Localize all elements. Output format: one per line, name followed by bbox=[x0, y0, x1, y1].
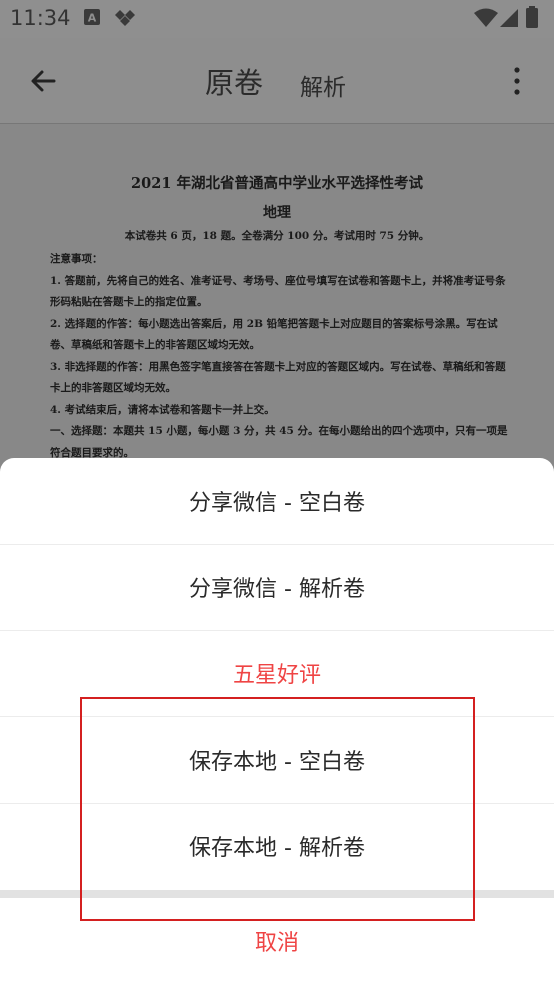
document-line: 3. 非选择题的作答：用黑色签字笔直接答在答题卡上对应的答题区域内。写在试卷、草… bbox=[50, 360, 506, 395]
app-bar: 原卷 解析 bbox=[0, 38, 554, 124]
a-square-icon: A bbox=[84, 9, 100, 29]
tab-analysis[interactable]: 解析 bbox=[300, 68, 346, 102]
document-line: 4. 考试结束后，请将本试卷和答题卡一并上交。 bbox=[50, 403, 275, 416]
status-time: 11:34 bbox=[10, 6, 71, 30]
document-subject: 地理 bbox=[263, 205, 291, 221]
document-line: 1. 答题前，先将自己的姓名、准考证号、考场号、座位号填写在试卷和答题卡上，并将… bbox=[50, 274, 506, 309]
battery-icon bbox=[526, 6, 538, 32]
more-vert-icon[interactable] bbox=[508, 64, 526, 98]
wifi-icon bbox=[474, 8, 498, 32]
share-wechat-analysis-button[interactable]: 分享微信 - 解析卷 bbox=[0, 544, 554, 631]
back-arrow-icon[interactable] bbox=[26, 64, 60, 98]
highlight-box bbox=[80, 697, 475, 921]
document-line: 注意事项： bbox=[50, 253, 103, 265]
document-line: 2. 选择题的作答：每小题选出答案后，用 2B 铅笔把答题卡上对应题目的答案标号… bbox=[50, 317, 498, 352]
diamond-icon bbox=[114, 9, 136, 31]
tab-original[interactable]: 原卷 bbox=[205, 60, 263, 102]
document-title: 2021 年湖北省普通高中学业水平选择性考试 bbox=[131, 175, 423, 192]
share-wechat-blank-button[interactable]: 分享微信 - 空白卷 bbox=[0, 458, 554, 545]
document-intro: 本试卷共 6 页，18 题。全卷满分 100 分。考试用时 75 分钟。 bbox=[124, 230, 430, 242]
svg-text:A: A bbox=[88, 12, 97, 25]
document-body: 注意事项： 1. 答题前，先将自己的姓名、准考证号、考场号、座位号填写在试卷和答… bbox=[50, 249, 508, 464]
status-bar: 11:34 A bbox=[0, 0, 554, 38]
signal-icon bbox=[500, 8, 518, 32]
